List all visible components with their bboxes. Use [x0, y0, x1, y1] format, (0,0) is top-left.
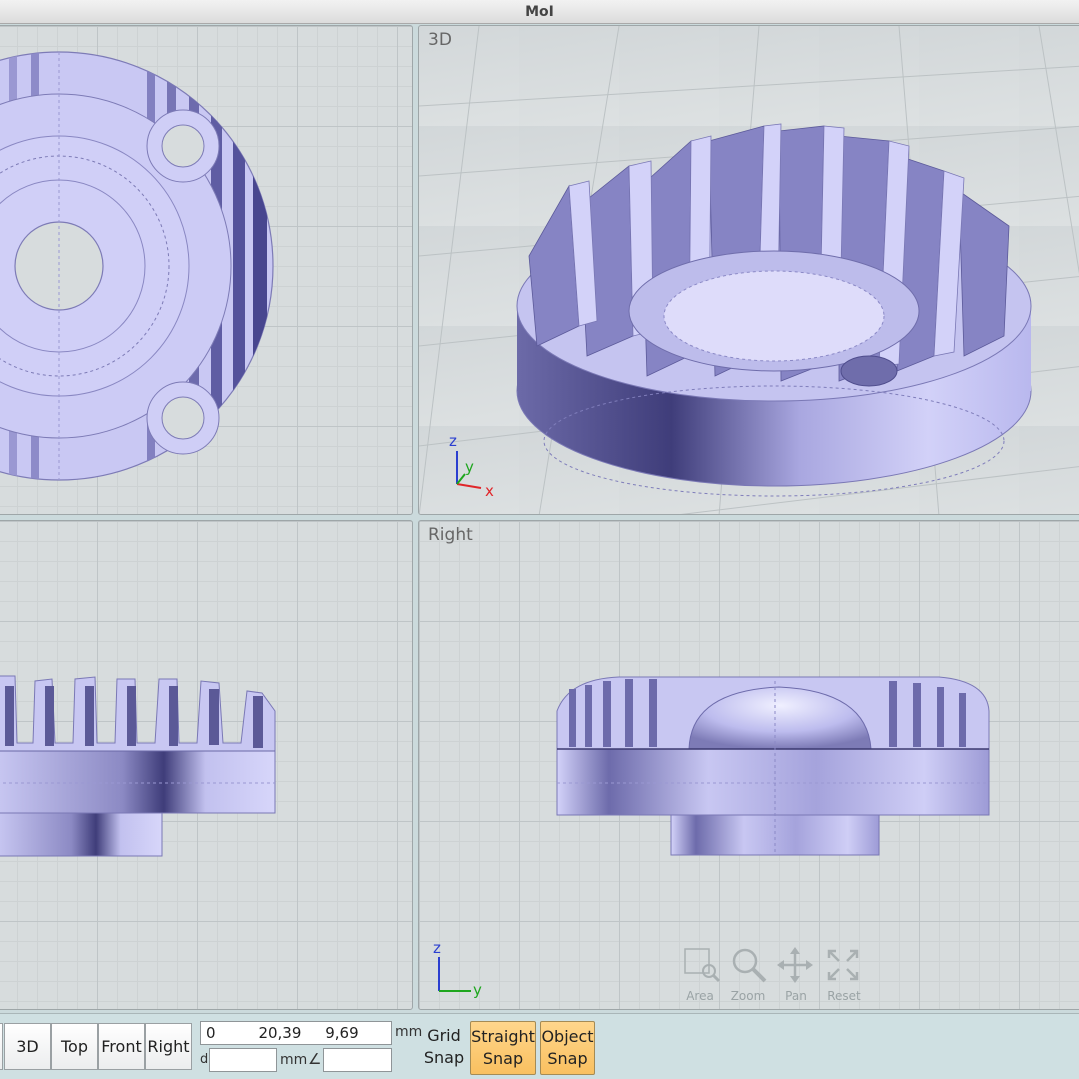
right-axis-indicator [438, 957, 471, 992]
distance-unit-label: mm [280, 1052, 308, 1068]
viewport-top[interactable] [0, 25, 413, 515]
reset-expand-icon [827, 949, 859, 981]
coordinate-unit-label: mm [395, 1024, 423, 1040]
distance-input[interactable] [209, 1048, 277, 1072]
view-controls: Area Zoom Pan Reset [678, 945, 868, 1007]
bottom-toolbar: 3D Top Front Right 0 20,39 9,69 mm d mm … [0, 1013, 1079, 1079]
3d-axis-y-label: y [465, 458, 474, 476]
pan-arrows-icon [777, 947, 813, 983]
straight-snap-button[interactable]: Straight Snap [470, 1021, 536, 1075]
top-view-model [0, 51, 274, 481]
distance-label: d [200, 1052, 209, 1067]
front-view-model [0, 675, 276, 857]
3d-axis-x-label: x [485, 482, 494, 500]
pan-button[interactable]: Pan [774, 945, 818, 1007]
angle-icon: ∠ [308, 1050, 322, 1068]
view-3d-button[interactable]: 3D [4, 1023, 51, 1070]
view-top-button[interactable]: Top [51, 1023, 98, 1070]
window-title-bar: MoI [0, 0, 1079, 24]
moi-app-window: MoI 3D z y x Right z y Area Zoom Pan Res… [0, 0, 1079, 1079]
viewport-right[interactable]: Right z y [418, 520, 1079, 1010]
viewport-3d[interactable]: 3D z y x [418, 25, 1079, 515]
3d-axis-z-label: z [449, 432, 457, 450]
3d-axis-indicator [456, 451, 482, 489]
view-front-button[interactable]: Front [98, 1023, 145, 1070]
object-snap-button[interactable]: Object Snap [540, 1021, 595, 1075]
area-zoom-button[interactable]: Area [678, 945, 722, 1007]
right-axis-y-label: y [473, 981, 482, 999]
hidden-view-button-edge [0, 1023, 3, 1070]
grid-snap-button[interactable]: Grid Snap [420, 1025, 468, 1069]
zoom-button[interactable]: Zoom [726, 945, 770, 1007]
reset-button[interactable]: Reset [822, 945, 866, 1007]
window-title: MoI [525, 4, 554, 20]
view-right-button[interactable]: Right [145, 1023, 192, 1070]
right-axis-z-label: z [433, 939, 441, 957]
area-zoom-icon [684, 948, 721, 983]
coordinate-input[interactable]: 0 20,39 9,69 [200, 1021, 392, 1045]
magnifier-icon [732, 948, 767, 983]
viewport-front[interactable] [0, 520, 413, 1010]
angle-input[interactable] [323, 1048, 392, 1072]
